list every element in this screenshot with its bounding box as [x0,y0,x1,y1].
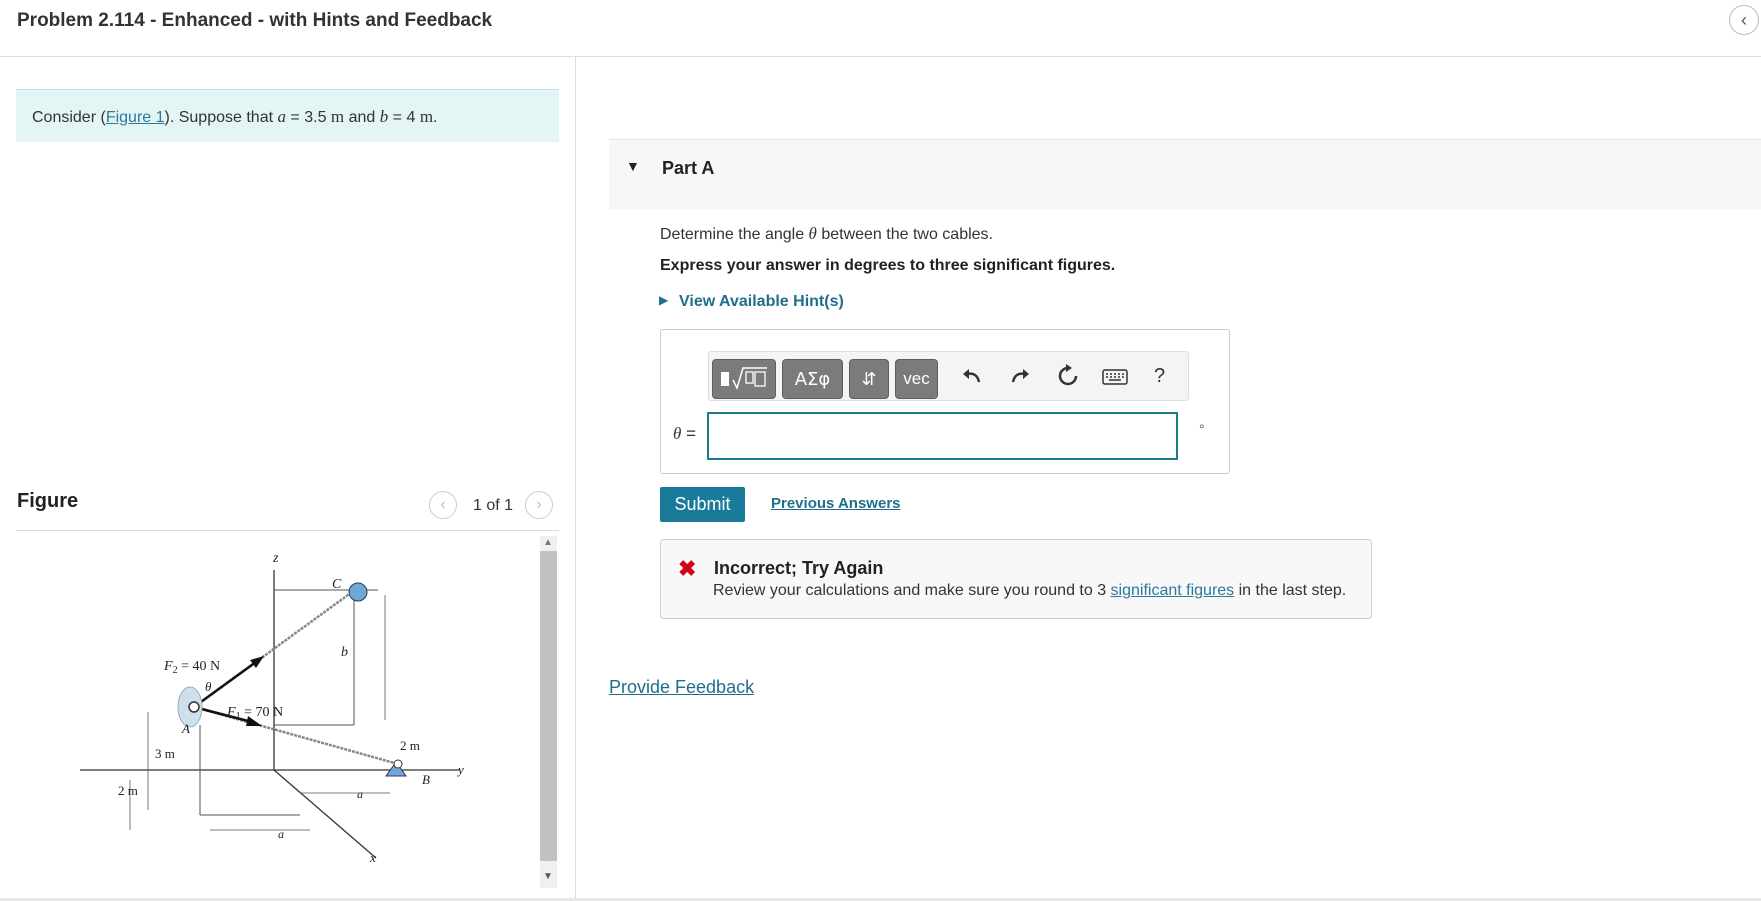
label-B: B [422,772,430,787]
label-F2: F2 = 40 N [163,659,220,676]
provide-feedback-link[interactable]: Provide Feedback [609,677,754,698]
pin-B [393,759,403,769]
intro-end: . [433,109,438,126]
figure-heading: Figure [17,490,79,512]
figure-prev-button[interactable]: ‹ [429,491,457,519]
chevron-right-icon: › [536,496,542,513]
caret-right-icon[interactable]: ▶ [659,293,668,307]
collapse-panel-button[interactable]: ‹ [1729,5,1759,35]
support-C [348,582,368,602]
submit-button[interactable]: Submit [660,487,745,522]
feedback-title: Incorrect; Try Again [714,558,884,578]
label-3m: 3 m [155,746,175,761]
label-z: z [272,551,279,566]
previous-answers-link[interactable]: Previous Answers [771,495,901,512]
intro-mid: ). Suppose that [164,109,278,126]
label-x: x [369,850,376,865]
var-b: b [379,107,389,126]
intro-and: and [344,109,380,126]
figure-divider [16,530,559,531]
scrollbar-thumb[interactable] [540,551,557,861]
keyboard-glyph [1102,369,1128,385]
degree-unit: ° [1199,421,1205,437]
label-2m-right: 2 m [400,738,420,753]
question-post: between the two cables. [816,226,993,243]
question-pre: Determine the angle [660,226,809,243]
reset-glyph [1058,364,1078,386]
unit-a: m [330,107,345,126]
scroll-down-icon[interactable]: ▼ [543,871,553,882]
label-b: b [341,645,348,660]
question-var: θ [808,224,817,243]
question-text: Determine the angle θ between the two ca… [660,224,993,244]
undo-icon[interactable] [961,364,983,392]
scroll-up-icon[interactable]: ▲ [543,537,553,548]
part-a-title: Part A [662,158,715,178]
subscript-superscript-button[interactable]: ⇵ [849,359,889,399]
math-b: b = 4 m [380,107,433,126]
math-toolbar: ΑΣφ ⇵ vec ? [708,351,1189,401]
var-a: a [277,107,286,126]
feedback-box: ✖ Incorrect; Try Again Review your calcu… [660,539,1372,619]
part-a-header[interactable] [609,139,1761,209]
label-a-right: a [357,787,363,801]
instruction-text: Express your answer in degrees to three … [660,257,1116,274]
label-C: C [332,577,342,592]
label-A: A [181,721,190,736]
answer-eq: = [681,424,697,443]
intro-text: Consider (Figure 1). Suppose that a = 3.… [32,107,438,127]
greek-symbols-button[interactable]: ΑΣφ [782,359,843,399]
caret-down-icon[interactable]: ▼ [626,158,640,174]
templates-icon [721,367,767,391]
reset-icon[interactable] [1056,364,1080,394]
label-theta: θ [205,679,212,694]
pin-A [188,701,200,713]
label-a-bottom: a [278,827,284,841]
figure-diagram: z C F2 = 40 N b θ F1 = 70 N A 2 m B y 3 … [80,551,464,865]
page-title: Problem 2.114 - Enhanced - with Hints an… [17,10,493,31]
label-F1: F1 = 70 N [226,705,283,722]
label-2m-left: 2 m [118,783,138,798]
unit-b: m [419,107,434,126]
chevron-left-icon: ‹ [1741,9,1747,30]
label-F2-sym: F [163,659,173,674]
figure-link[interactable]: Figure 1 [106,109,165,126]
label-y: y [456,762,464,777]
eq-a: = 3.5 [285,109,331,126]
problem-intro: Consider (Figure 1). Suppose that a = 3.… [16,89,559,142]
templates-button[interactable] [712,359,776,399]
answer-input[interactable] [707,412,1178,460]
redo-icon[interactable] [1009,364,1031,392]
vector-button[interactable]: vec [895,359,938,399]
feedback-message: Review your calculations and make sure y… [713,582,1346,600]
figure-next-button[interactable]: › [525,491,553,519]
label-F1-val: = 70 N [241,705,284,720]
significant-figures-link[interactable]: significant figures [1111,582,1235,599]
panel-divider [575,57,576,901]
math-a: a = 3.5 m [277,107,344,126]
header-divider [0,56,1761,57]
error-x-icon: ✖ [678,556,697,581]
eq-b: = 4 [388,109,420,126]
chevron-left-icon: ‹ [440,496,446,513]
keyboard-icon[interactable] [1102,369,1128,390]
intro-prefix: Consider ( [32,109,106,126]
redo-glyph [1011,369,1029,383]
answer-variable-label: θ = [673,424,696,444]
label-F2-val: = 40 N [178,659,221,674]
undo-glyph [963,369,981,383]
x-axis-line [273,769,377,859]
help-icon[interactable]: ? [1154,365,1165,388]
label-F1-sym: F [226,705,236,720]
view-hints-link[interactable]: View Available Hint(s) [679,293,844,311]
feedback-msg-pre: Review your calculations and make sure y… [713,582,1111,599]
figure-pager-text: 1 of 1 [473,497,514,514]
feedback-msg-post: in the last step. [1234,582,1347,599]
